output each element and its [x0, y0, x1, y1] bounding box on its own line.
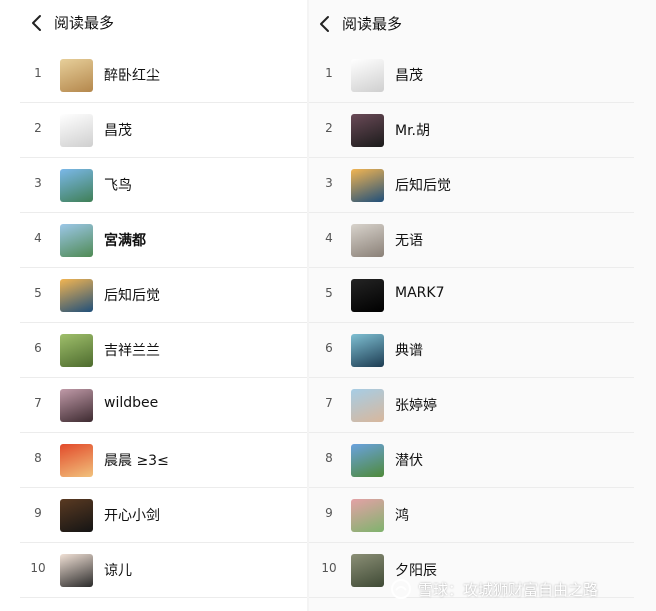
user-name[interactable]: 吉祥兰兰: [104, 340, 160, 360]
page-title: 阅读最多: [54, 14, 115, 32]
user-name[interactable]: 昌茂: [104, 120, 132, 140]
list-item[interactable]: 8 晨晨 ≥3≤: [0, 433, 307, 488]
user-name[interactable]: 张婷婷: [395, 395, 437, 415]
header: 阅读最多: [0, 0, 307, 48]
forest-avatar[interactable]: [351, 554, 384, 587]
dark-jet-avatar[interactable]: [351, 279, 384, 312]
user-name[interactable]: 夕阳辰: [395, 560, 437, 580]
list-item[interactable]: 6 典谱: [309, 323, 656, 378]
user-name[interactable]: 后知后觉: [395, 175, 451, 195]
list-item[interactable]: 1 醉卧红尘: [0, 48, 307, 103]
user-name[interactable]: 谅儿: [104, 560, 132, 580]
watermark: 雪球：攻城狮财富自由之路: [390, 578, 598, 600]
rank-number: 8: [34, 451, 42, 465]
red-collage-avatar[interactable]: [60, 444, 93, 477]
user-name[interactable]: MARK7: [395, 285, 444, 301]
tulips-avatar[interactable]: [351, 499, 384, 532]
user-name[interactable]: 后知后觉: [104, 285, 160, 305]
list-item[interactable]: 9鸿: [309, 488, 656, 543]
rank-number: 8: [325, 451, 333, 465]
user-name[interactable]: 鸿: [395, 505, 409, 525]
user-name[interactable]: 无语: [395, 230, 423, 250]
snowball-logo-icon: [391, 579, 411, 599]
rank-number: 2: [34, 121, 42, 135]
user-name[interactable]: wildbee: [104, 395, 158, 411]
round-flowers-avatar[interactable]: [60, 334, 93, 367]
user-name[interactable]: 昌茂: [395, 65, 423, 85]
sketch-portrait-avatar[interactable]: [351, 59, 384, 92]
woman-portrait-avatar[interactable]: [60, 554, 93, 587]
user-name[interactable]: 飞鸟: [104, 175, 132, 195]
rank-number: 5: [34, 286, 42, 300]
right-panel: 阅读最多 1 昌茂 2 Mr.胡 3 后知后觉 4 无语 5 MARK7 6 典谱 7 张婷婷 8 潜伏 9 鸿 1…: [309, 0, 656, 611]
list-item[interactable]: 3 后知后觉: [309, 158, 656, 213]
rank-number: 3: [34, 176, 42, 190]
sketch-portrait-avatar[interactable]: [60, 114, 93, 147]
user-name[interactable]: 开心小剑: [104, 505, 160, 525]
dark-warm-avatar[interactable]: [60, 499, 93, 532]
most-read-list: 1 醉卧红尘 2 昌茂 3 飞鸟 4 宮满都 5 后知后觉 6 吉祥兰兰 7 wildbee 8 晨晨 ≥3≤…: [0, 48, 307, 598]
rank-number: 4: [325, 231, 333, 245]
rank-number: 7: [34, 396, 42, 410]
list-item[interactable]: 4 无语: [309, 213, 656, 268]
list-item[interactable]: 7 张婷婷: [309, 378, 656, 433]
list-item[interactable]: 9 开心小剑: [0, 488, 307, 543]
header: 阅读最多: [309, 0, 656, 48]
rank-number: 6: [34, 341, 42, 355]
rank-number: 7: [325, 396, 333, 410]
watermark-text: 雪球：攻城狮财富自由之路: [418, 580, 599, 599]
rank-number: 6: [325, 341, 333, 355]
page-title: 阅读最多: [342, 15, 403, 33]
list-item[interactable]: 1 昌茂: [309, 48, 656, 103]
sunset-dolphin-avatar[interactable]: [60, 279, 93, 312]
sunset-dolphin-avatar[interactable]: [351, 169, 384, 202]
left-panel: 阅读最多 1 醉卧红尘 2 昌茂 3 飞鸟 4 宮满都 5 后知后觉 6 吉祥兰兰 7 wildbee 8 晨…: [0, 0, 307, 611]
karst-mountains-avatar[interactable]: [60, 224, 93, 257]
rank-number: 1: [325, 66, 333, 80]
rank-number: 3: [325, 176, 333, 190]
child-photo-avatar[interactable]: [351, 389, 384, 422]
rank-number: 5: [325, 286, 333, 300]
user-name[interactable]: 潜伏: [395, 450, 423, 470]
back-arrow-icon[interactable]: [28, 14, 46, 32]
most-read-list: 1 昌茂 2 Mr.胡 3 后知后觉 4 无语 5 MARK7 6 典谱 7 张婷婷 8 潜伏 9 鸿 10 夕阳辰: [309, 48, 656, 598]
list-item[interactable]: 3 飞鸟: [0, 158, 307, 213]
hat-figure-avatar[interactable]: [351, 334, 384, 367]
rank-number: 1: [34, 66, 42, 80]
desert-avatar[interactable]: [60, 59, 93, 92]
user-name[interactable]: Mr.胡: [395, 120, 430, 140]
user-name[interactable]: 宮满都: [104, 230, 146, 250]
rank-number: 10: [321, 561, 337, 575]
list-item[interactable]: 7 wildbee: [0, 378, 307, 433]
cartoon-man-avatar[interactable]: [351, 114, 384, 147]
list-item[interactable]: 10 谅儿: [0, 543, 307, 598]
rank-number: 9: [34, 506, 42, 520]
list-item[interactable]: 2 Mr.胡: [309, 103, 656, 158]
rank-number: 10: [30, 561, 46, 575]
rank-number: 2: [325, 121, 333, 135]
list-item[interactable]: 2 昌茂: [0, 103, 307, 158]
sky-field-avatar[interactable]: [351, 444, 384, 477]
list-item[interactable]: 6 吉祥兰兰: [0, 323, 307, 378]
waterfall-landscape-avatar[interactable]: [60, 169, 93, 202]
rank-number: 9: [325, 506, 333, 520]
list-item[interactable]: 5 后知后觉: [0, 268, 307, 323]
user-name[interactable]: 醉卧红尘: [104, 65, 160, 85]
list-item[interactable]: 8 潜伏: [309, 433, 656, 488]
rank-number: 4: [34, 231, 42, 245]
list-item[interactable]: 4 宮满都: [0, 213, 307, 268]
pagoda-avatar[interactable]: [60, 389, 93, 422]
interior-avatar[interactable]: [351, 224, 384, 257]
back-arrow-icon[interactable]: [316, 15, 334, 33]
user-name[interactable]: 晨晨 ≥3≤: [104, 450, 169, 470]
list-item[interactable]: 5 MARK7: [309, 268, 656, 323]
user-name[interactable]: 典谱: [395, 340, 423, 360]
